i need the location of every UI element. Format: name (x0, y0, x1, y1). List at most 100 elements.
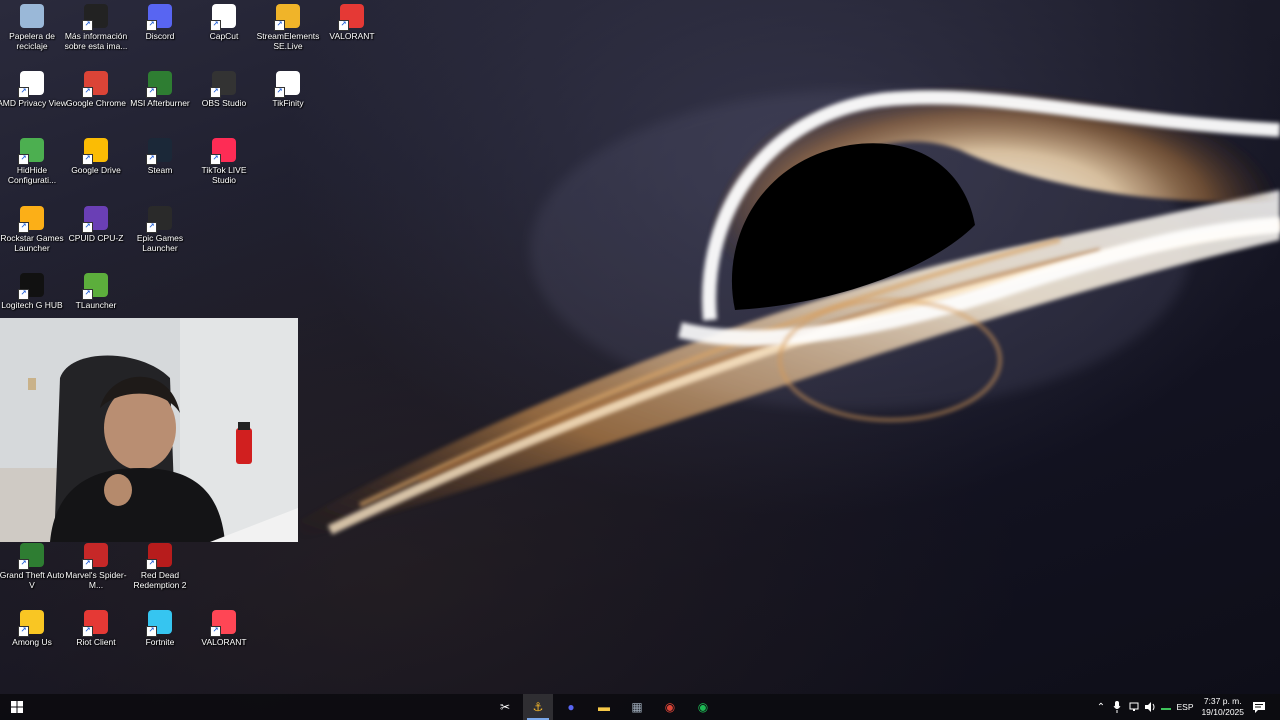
spotify-icon[interactable]: ◉ (688, 694, 718, 720)
epic-games-icon: ↗ (146, 206, 172, 233)
shortcut-arrow-icon: ↗ (274, 20, 285, 31)
desktop-icon-label: Steam (147, 165, 173, 175)
desktop-icon-label: VALORANT (329, 31, 375, 41)
spiderman-icon: ↗ (82, 543, 108, 570)
desktop-icon-label: Fortnite (145, 637, 175, 647)
desktop-icon-label: Google Drive (71, 165, 121, 175)
desktop-icon[interactable]: ↗ StreamElements SE.Live (256, 0, 320, 62)
desktop-icon-label: Google Chrome (65, 98, 126, 108)
afterburner-icon: ↗ (146, 71, 172, 98)
desktop-icon-label: Logitech G HUB (1, 300, 63, 310)
desktop-icon[interactable]: ↗ Google Chrome (64, 67, 128, 129)
taskbar-app-glyph: ✂ (499, 700, 511, 714)
chrome-icon[interactable]: ◉ (655, 694, 685, 720)
gta-v-icon: ↗ (18, 543, 44, 570)
desktop-icon-label: Grand Theft Auto V (0, 570, 65, 590)
desktop-icon-label: Rockstar Games Launcher (0, 233, 64, 253)
desktop-icon-label: TikFinity (272, 98, 304, 108)
shortcut-arrow-icon: ↗ (18, 87, 29, 98)
notification-center-icon[interactable] (1246, 694, 1272, 720)
desktop-icon[interactable]: ↗ Grand Theft Auto V (0, 539, 64, 601)
desktop-icon-label: Epic Games Launcher (136, 233, 184, 253)
shortcut-arrow-icon: ↗ (82, 20, 93, 31)
desktop-icon-label: MSI Afterburner (130, 98, 190, 108)
shortcut-arrow-icon: ↗ (18, 626, 29, 637)
desktop-icon-label: Among Us (12, 637, 52, 647)
desktop-icon[interactable]: ↗ TikFinity (256, 67, 320, 129)
shortcut-arrow-icon: ↗ (18, 289, 29, 300)
shortcut-arrow-icon: ↗ (146, 20, 157, 31)
taskbar-clock[interactable]: 7:37 p. m. 19/10/2025 (1201, 696, 1244, 718)
logitech-icon: ↗ (18, 273, 44, 300)
desktop-icon[interactable]: ↗ Discord (128, 0, 192, 62)
shortcut-arrow-icon: ↗ (210, 626, 221, 637)
rdr2-icon: ↗ (146, 543, 172, 570)
desktop-icon[interactable]: ↗ Epic Games Launcher (128, 202, 192, 264)
desktop-icon[interactable]: ↗ AMD Privacy View (0, 67, 67, 129)
desktop-icon[interactable]: ↗ CPUID CPU-Z (64, 202, 128, 264)
file-explorer-icon[interactable]: ▬ (589, 694, 619, 720)
desktop-icon[interactable]: ↗ Más información sobre esta ima... (64, 0, 128, 62)
capcut-icon: ↗ (210, 4, 236, 31)
desktop-icon-label: Discord (145, 31, 175, 41)
streamelements-icon[interactable]: ⚓ (523, 694, 553, 720)
info-camera-icon: ↗ (82, 4, 108, 31)
shortcut-arrow-icon: ↗ (18, 222, 29, 233)
desktop-icon[interactable]: Papelera de reciclaje (0, 0, 64, 62)
desktop-icon-label: OBS Studio (201, 98, 247, 108)
amd-icon: ↗ (18, 71, 44, 98)
rockstar-icon: ↗ (18, 206, 44, 233)
desktop-icon[interactable]: ↗ Marvel's Spider-M... (64, 539, 128, 601)
shortcut-arrow-icon: ↗ (82, 222, 93, 233)
desktop-icon-label: StreamElements SE.Live (256, 31, 320, 51)
shortcut-arrow-icon: ↗ (82, 154, 93, 165)
shortcut-arrow-icon: ↗ (18, 154, 29, 165)
shortcut-arrow-icon: ↗ (146, 626, 157, 637)
streamelements-icon: ↗ (274, 4, 300, 31)
desktop-icon[interactable]: ↗ Fortnite (128, 606, 192, 668)
shortcut-arrow-icon: ↗ (82, 289, 93, 300)
recycle-bin-icon (20, 4, 44, 28)
desktop-icon[interactable]: ↗ VALORANT (320, 0, 384, 62)
desktop-icon-label: TLauncher (75, 300, 117, 310)
desktop-icon[interactable]: ↗ Google Drive (64, 134, 128, 196)
desktop-icon-label: Marvel's Spider-M... (65, 570, 127, 590)
calculator-icon[interactable]: ▦ (622, 694, 652, 720)
desktop-icon[interactable]: ↗ VALORANT (192, 606, 256, 668)
taskbar-app-glyph: ▬ (598, 700, 610, 714)
discord-icon[interactable]: ● (556, 694, 586, 720)
taskbar-app-glyph: ◉ (697, 700, 709, 714)
shortcut-arrow-icon: ↗ (146, 87, 157, 98)
shortcut-arrow-icon: ↗ (210, 87, 221, 98)
desktop-icon[interactable]: ↗ HidHide Configurati... (0, 134, 64, 196)
shortcut-arrow-icon: ↗ (146, 222, 157, 233)
obs-icon: ↗ (210, 71, 236, 98)
webcam-feed-illustration (0, 318, 298, 542)
tiktok-live-icon: ↗ (210, 138, 236, 165)
windows-start-icon[interactable] (2, 694, 32, 720)
input-language-indicator[interactable]: ESP (1172, 694, 1198, 720)
desktop-icon[interactable]: ↗ TikTok LIVE Studio (192, 134, 256, 196)
tikfinity-icon: ↗ (274, 71, 300, 98)
desktop-icon[interactable]: ↗ MSI Afterburner (128, 67, 192, 129)
shortcut-arrow-icon: ↗ (338, 20, 349, 31)
capcut-icon[interactable]: ✂ (490, 694, 520, 720)
desktop-icon[interactable]: ↗ Red Dead Redemption 2 (128, 539, 192, 601)
desktop-icon[interactable]: ↗ Among Us (0, 606, 64, 668)
desktop-icon[interactable]: ↗ Rockstar Games Launcher (0, 202, 64, 264)
cpuz-icon: ↗ (82, 206, 108, 233)
desktop-icon-label: AMD Privacy View (0, 98, 67, 108)
desktop-icon[interactable]: ↗ CapCut (192, 0, 256, 62)
desktop-icon[interactable]: ↗ Steam (128, 134, 192, 196)
shortcut-arrow-icon: ↗ (210, 154, 221, 165)
steam-icon: ↗ (146, 138, 172, 165)
taskbar-app-glyph: ⚓ (532, 700, 544, 714)
desktop-icon[interactable]: ↗ Riot Client (64, 606, 128, 668)
taskbar-app-glyph: ● (567, 700, 575, 714)
desktop-icon[interactable]: ↗ OBS Studio (192, 67, 256, 129)
tlauncher-icon: ↗ (82, 273, 108, 300)
desktop-icon-label: Red Dead Redemption 2 (133, 570, 187, 590)
webcam-overlay (0, 318, 298, 542)
fortnite-icon: ↗ (146, 610, 172, 637)
hidhide-icon: ↗ (18, 138, 44, 165)
